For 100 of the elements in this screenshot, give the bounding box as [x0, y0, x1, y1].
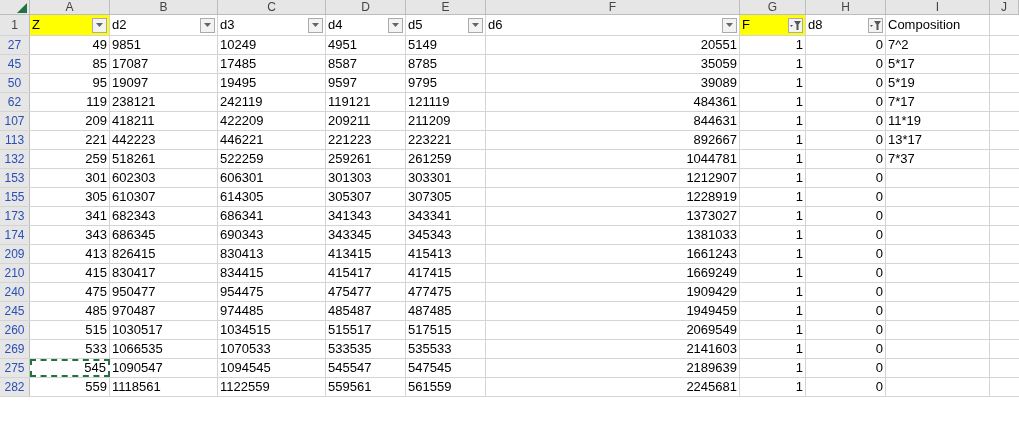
table-cell: 305307 [326, 188, 406, 206]
filter-active-button[interactable] [868, 17, 883, 33]
caret-icon [312, 23, 319, 27]
caret-icon [96, 23, 103, 27]
table-cell: 301 [30, 169, 110, 187]
table-cell: 892667 [486, 131, 740, 149]
table-cell: 686345 [110, 226, 218, 244]
filter-dropdown-button[interactable] [468, 17, 483, 33]
table-cell: 343345 [326, 226, 406, 244]
column-header[interactable]: H [806, 0, 886, 14]
table-cell: 9851 [110, 36, 218, 54]
header-text: d8 [808, 16, 823, 35]
row-number[interactable]: 153 [0, 169, 30, 187]
table-cell: 485 [30, 302, 110, 320]
table-cell: 0 [806, 359, 886, 377]
table-cell: 5149 [406, 36, 486, 54]
row-number[interactable]: 269 [0, 340, 30, 358]
table-cell: 119 [30, 93, 110, 111]
table-cell: 413415 [326, 245, 406, 263]
table-cell: 826415 [110, 245, 218, 263]
column-header[interactable]: J [990, 0, 1019, 14]
table-cell: 1212907 [486, 169, 740, 187]
table-cell: 1949459 [486, 302, 740, 320]
row-number[interactable]: 174 [0, 226, 30, 244]
table-cell: 121119 [406, 93, 486, 111]
row-number[interactable]: 45 [0, 55, 30, 73]
table-cell: 1 [740, 36, 806, 54]
table-cell: 1044781 [486, 150, 740, 168]
table-cell: 830417 [110, 264, 218, 282]
row-number[interactable]: 260 [0, 321, 30, 339]
caret-icon [204, 23, 211, 27]
table-cell: 343 [30, 226, 110, 244]
row-number[interactable]: 155 [0, 188, 30, 206]
row-number[interactable]: 173 [0, 207, 30, 225]
row-number[interactable]: 132 [0, 150, 30, 168]
header-text: d3 [220, 16, 235, 35]
header-text: d6 [488, 16, 503, 35]
table-cell: 415413 [406, 245, 486, 263]
table-cell: 85 [30, 55, 110, 73]
table-cell: 49 [30, 36, 110, 54]
column-header[interactable]: B [110, 0, 218, 14]
column-header[interactable]: D [326, 0, 406, 14]
column-header[interactable]: C [218, 0, 326, 14]
table-cell: 19495 [218, 74, 326, 92]
table-cell: 0 [806, 340, 886, 358]
row-number[interactable]: 209 [0, 245, 30, 263]
row-number[interactable]: 282 [0, 378, 30, 396]
row-number[interactable]: 275 [0, 359, 30, 377]
filter-dropdown-button[interactable] [92, 17, 107, 33]
caret-icon [392, 23, 399, 27]
column-header[interactable]: E [406, 0, 486, 14]
column-header[interactable]: A [30, 0, 110, 14]
table-cell: 515517 [326, 321, 406, 339]
table-cell: 1 [740, 207, 806, 225]
table-cell: 238121 [110, 93, 218, 111]
table-cell: 341 [30, 207, 110, 225]
filter-active-button[interactable] [788, 17, 803, 33]
table-cell: 970487 [110, 302, 218, 320]
table-cell: 1 [740, 302, 806, 320]
triangle-icon [17, 3, 27, 13]
table-cell: 259 [30, 150, 110, 168]
table-cell: 487485 [406, 302, 486, 320]
row-number[interactable]: 50 [0, 74, 30, 92]
filter-dropdown-button[interactable] [388, 17, 403, 33]
table-cell: 533535 [326, 340, 406, 358]
filter-icon [870, 20, 881, 30]
table-cell: 17087 [110, 55, 218, 73]
table-cell: 343341 [406, 207, 486, 225]
table-cell: 844631 [486, 112, 740, 130]
row-number[interactable]: 210 [0, 264, 30, 282]
table-cell: 17485 [218, 55, 326, 73]
row-number[interactable]: 113 [0, 131, 30, 149]
row-number[interactable]: 62 [0, 93, 30, 111]
column-header[interactable]: I [886, 0, 990, 14]
header-text: d4 [328, 16, 343, 35]
row-number[interactable]: 245 [0, 302, 30, 320]
table-cell: 8785 [406, 55, 486, 73]
table-cell: 545 [30, 359, 110, 377]
filter-dropdown-button[interactable] [308, 17, 323, 33]
table-cell: 0 [806, 207, 886, 225]
table-cell: 834415 [218, 264, 326, 282]
row-number[interactable]: 240 [0, 283, 30, 301]
table-cell: 119121 [326, 93, 406, 111]
column-header[interactable]: F [486, 0, 740, 14]
table-cell: 209211 [326, 112, 406, 130]
row-number[interactable]: 1 [0, 15, 30, 35]
table-cell: 35059 [486, 55, 740, 73]
table-cell: 1030517 [110, 321, 218, 339]
table-cell: 413 [30, 245, 110, 263]
table-cell: 0 [806, 302, 886, 320]
table-cell: 5*19 [886, 74, 990, 92]
table-cell: 1 [740, 55, 806, 73]
column-header[interactable]: G [740, 0, 806, 14]
row-number[interactable]: 107 [0, 112, 30, 130]
row-number[interactable]: 27 [0, 36, 30, 54]
table-cell: 1070533 [218, 340, 326, 358]
filter-dropdown-button[interactable] [200, 17, 215, 33]
filter-dropdown-button[interactable] [722, 17, 737, 33]
table-cell: 0 [806, 188, 886, 206]
table-cell: 2245681 [486, 378, 740, 396]
